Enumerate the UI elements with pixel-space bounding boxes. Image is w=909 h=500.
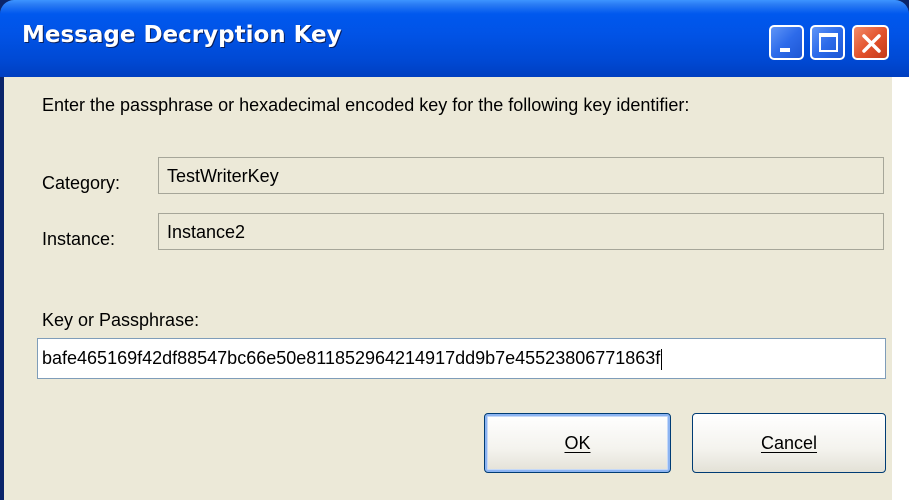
category-label: Category: xyxy=(42,173,121,193)
instruction-text: Enter the passphrase or hexadecimal enco… xyxy=(42,95,690,115)
text-caret xyxy=(661,348,663,370)
window-edge xyxy=(892,77,909,500)
ok-button-label: OK xyxy=(564,433,591,453)
title-bar[interactable]: Message Decryption Key xyxy=(0,0,909,77)
key-input[interactable]: bafe465169f42df88547bc66e50e811852964214… xyxy=(37,338,886,379)
key-input-value: bafe465169f42df88547bc66e50e811852964214… xyxy=(42,348,661,368)
minimize-button[interactable] xyxy=(769,25,804,60)
ok-button[interactable]: OK xyxy=(484,413,671,473)
close-button[interactable] xyxy=(852,25,889,60)
key-label: Key or Passphrase: xyxy=(42,310,200,330)
close-icon xyxy=(862,34,881,53)
category-field: TestWriterKey xyxy=(158,157,884,194)
dialog-window: Message Decryption Key Enter the passphr… xyxy=(0,0,909,500)
maximize-icon xyxy=(819,33,838,52)
instance-label: Instance: xyxy=(42,229,116,249)
instance-field: Instance2 xyxy=(158,213,884,250)
maximize-button[interactable] xyxy=(810,25,845,60)
cancel-button[interactable]: Cancel xyxy=(692,413,886,473)
window-title: Message Decryption Key xyxy=(22,22,342,48)
minimize-icon xyxy=(780,48,790,52)
cancel-button-label: Cancel xyxy=(760,433,818,453)
